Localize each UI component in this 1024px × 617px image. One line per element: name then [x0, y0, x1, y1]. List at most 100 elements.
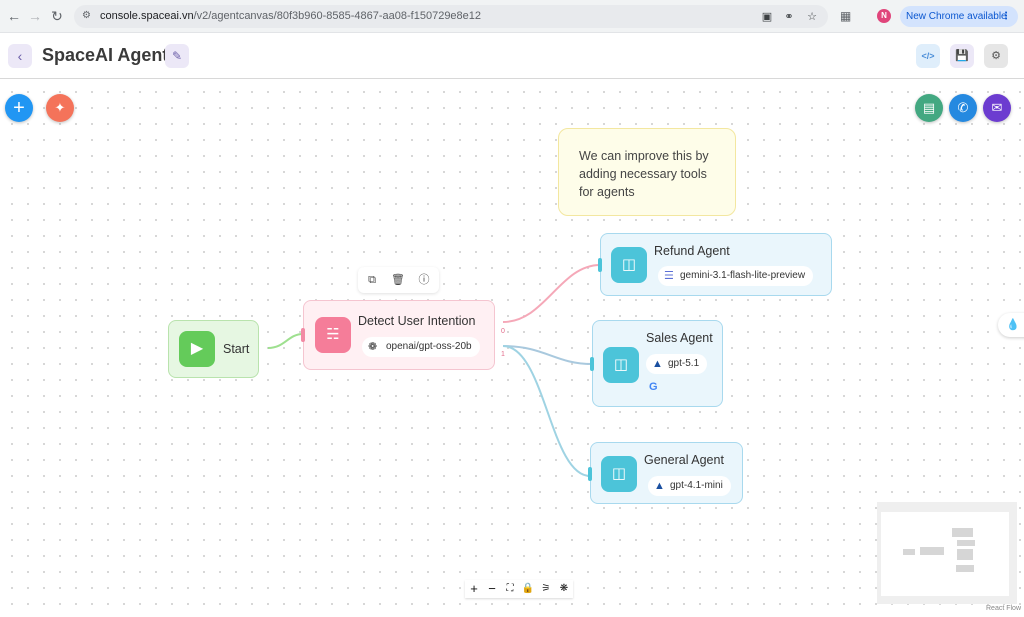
app-header: ‹ SpaceAI Agent ✎ </> 💾 ⚙ — [0, 33, 1024, 79]
bug-icon[interactable]: ❋ — [555, 581, 573, 597]
phone-icon: ✆ — [957, 100, 969, 115]
code-view-button[interactable]: </> — [916, 44, 940, 68]
plus-icon: + — [13, 97, 25, 119]
site-info-icon[interactable]: ⚙ — [82, 10, 94, 22]
google-icon: G — [649, 381, 658, 393]
edit-title-button[interactable]: ✎ — [165, 44, 189, 68]
azure-icon: ▲ — [654, 480, 665, 492]
info-icon[interactable]: ⓘ — [416, 272, 432, 288]
model-name: openai/gpt-oss-20b — [386, 341, 472, 352]
flow-canvas[interactable]: + ✦ ▤ ✆ ✉ We can improve this by adding … — [0, 80, 1024, 617]
chrome-update-button[interactable]: New Chrome available ⋮ — [900, 6, 1018, 27]
browser-toolbar: ← → ↻ ⚙ console.spaceai.vn/v2/agentcanva… — [0, 0, 1024, 33]
trash-icon[interactable]: 🗑 — [390, 272, 406, 288]
start-node-title: Start — [223, 342, 250, 356]
copy-icon[interactable]: ⧉ — [364, 272, 380, 288]
edge-layer — [267, 264, 601, 477]
edge-detect-to-general — [502, 345, 591, 477]
code-icon: </> — [921, 51, 935, 61]
back-arrow-icon[interactable]: ← — [6, 8, 22, 24]
sticky-note[interactable]: We can improve this by adding necessary … — [558, 128, 736, 216]
edge-detect-to-refund — [502, 264, 601, 323]
canvas-controls: + − ⛶ 🔒 ⚞ ❋ — [465, 580, 573, 598]
minimap-node — [920, 547, 944, 555]
react-flow-attribution[interactable]: React Flow — [986, 605, 1021, 612]
input-handle[interactable] — [301, 328, 305, 342]
side-tool-button[interactable]: 💧 — [998, 313, 1024, 337]
model-badge: ☰ gemini-3.1-flash-lite-preview — [658, 266, 814, 286]
output-label-1: 1 — [501, 351, 505, 358]
general-agent-node[interactable]: ◫ General Agent ▲ gpt-4.1-mini — [588, 442, 743, 504]
minimap-node — [956, 565, 974, 572]
gemini-icon: ☰ — [664, 270, 674, 282]
sales-agent-node[interactable]: ◫ Sales Agent ▲ gpt-5.1 G — [590, 320, 723, 407]
model-badge: ▲ gpt-5.1 — [646, 354, 708, 374]
update-label: New Chrome available — [906, 11, 1007, 22]
docs-button[interactable]: ▤ — [915, 94, 943, 122]
robot-icon: ◫ — [601, 456, 637, 492]
model-badge: ▲ gpt-4.1-mini — [648, 476, 731, 496]
ai-assist-button[interactable]: ✦ — [46, 94, 74, 122]
sales-node-title: Sales Agent — [646, 331, 713, 345]
extensions-icon[interactable]: ▦ — [840, 9, 854, 23]
minimap-node — [952, 528, 973, 537]
address-bar[interactable]: ⚙ console.spaceai.vn/v2/agentcanvas/80f3… — [74, 5, 828, 28]
forward-arrow-icon[interactable]: → — [27, 8, 43, 24]
branch-icon: ☵ — [315, 317, 351, 353]
minimap-viewport — [881, 512, 1009, 596]
add-node-button[interactable]: + — [5, 94, 33, 122]
refund-agent-node[interactable]: ◫ Refund Agent ☰ gemini-3.1-flash-lite-p… — [598, 233, 832, 296]
url-text: console.spaceai.vn/v2/agentcanvas/80f3b9… — [100, 10, 481, 22]
lock-icon[interactable]: 🔒 — [519, 581, 537, 597]
back-button[interactable]: ‹ — [8, 44, 32, 68]
openai-icon: ❁ — [368, 341, 378, 353]
minimap[interactable] — [877, 502, 1017, 604]
pencil-icon: ✎ — [171, 49, 183, 63]
refund-node-title: Refund Agent — [654, 244, 730, 258]
detect-node-title: Detect User Intention — [358, 314, 476, 328]
save-icon: 💾 — [955, 50, 969, 62]
start-node[interactable]: ▶ Start — [168, 320, 259, 378]
settings-button[interactable]: ⚙ — [984, 44, 1008, 68]
chat-button[interactable]: ✉ — [983, 94, 1011, 122]
robot-icon: ◫ — [611, 247, 647, 283]
document-check-icon: ▤ — [922, 100, 936, 115]
output-label-0: 0 — [501, 328, 505, 335]
play-icon: ▶ — [179, 331, 215, 367]
model-badge: ❁ openai/gpt-oss-20b — [362, 337, 480, 357]
input-handle[interactable] — [598, 258, 602, 272]
reload-icon[interactable]: ↻ — [49, 8, 65, 24]
minimap-node — [903, 549, 915, 555]
node-toolbar: ⧉ 🗑 ⓘ — [358, 267, 439, 293]
edge-detect-to-sales — [502, 345, 593, 365]
zoom-in-icon[interactable]: + — [465, 581, 483, 597]
page-title: SpaceAI Agent — [42, 45, 169, 65]
zoom-out-icon[interactable]: − — [483, 581, 501, 597]
url-host: console.spaceai.vn — [100, 10, 194, 22]
detect-intention-node[interactable]: ☵ Detect User Intention ❁ openai/gpt-oss… — [301, 300, 495, 370]
minimap-node — [957, 549, 973, 560]
bookmark-star-icon[interactable]: ☆ — [805, 10, 819, 24]
robot-icon: ◫ — [603, 347, 639, 383]
model-name: gemini-3.1-flash-lite-preview — [680, 270, 806, 281]
model-name: gpt-4.1-mini — [670, 480, 723, 491]
call-button[interactable]: ✆ — [949, 94, 977, 122]
more-menu-icon: ⋮ — [1001, 11, 1011, 22]
save-button[interactable]: 💾 — [950, 44, 974, 68]
cast-icon[interactable]: ▣ — [760, 10, 774, 24]
chat-icon: ✉ — [991, 100, 1003, 115]
password-key-icon[interactable]: ⚭ — [782, 10, 796, 24]
input-handle[interactable] — [590, 357, 594, 371]
general-node-title: General Agent — [644, 453, 724, 467]
chevron-left-icon: ‹ — [17, 48, 23, 64]
input-handle[interactable] — [588, 467, 592, 481]
profile-avatar[interactable]: N — [877, 9, 891, 23]
fit-view-icon[interactable]: ⛶ — [501, 581, 519, 597]
droplet-icon: 💧 — [1006, 319, 1020, 331]
auto-layout-icon[interactable]: ⚞ — [537, 581, 555, 597]
azure-icon: ▲ — [652, 358, 663, 370]
model-name: gpt-5.1 — [668, 358, 700, 369]
edge-start-to-detect — [267, 333, 304, 349]
gear-icon: ⚙ — [991, 50, 1001, 62]
url-path: /v2/agentcanvas/80f3b960-8585-4867-aa08-… — [193, 10, 482, 22]
